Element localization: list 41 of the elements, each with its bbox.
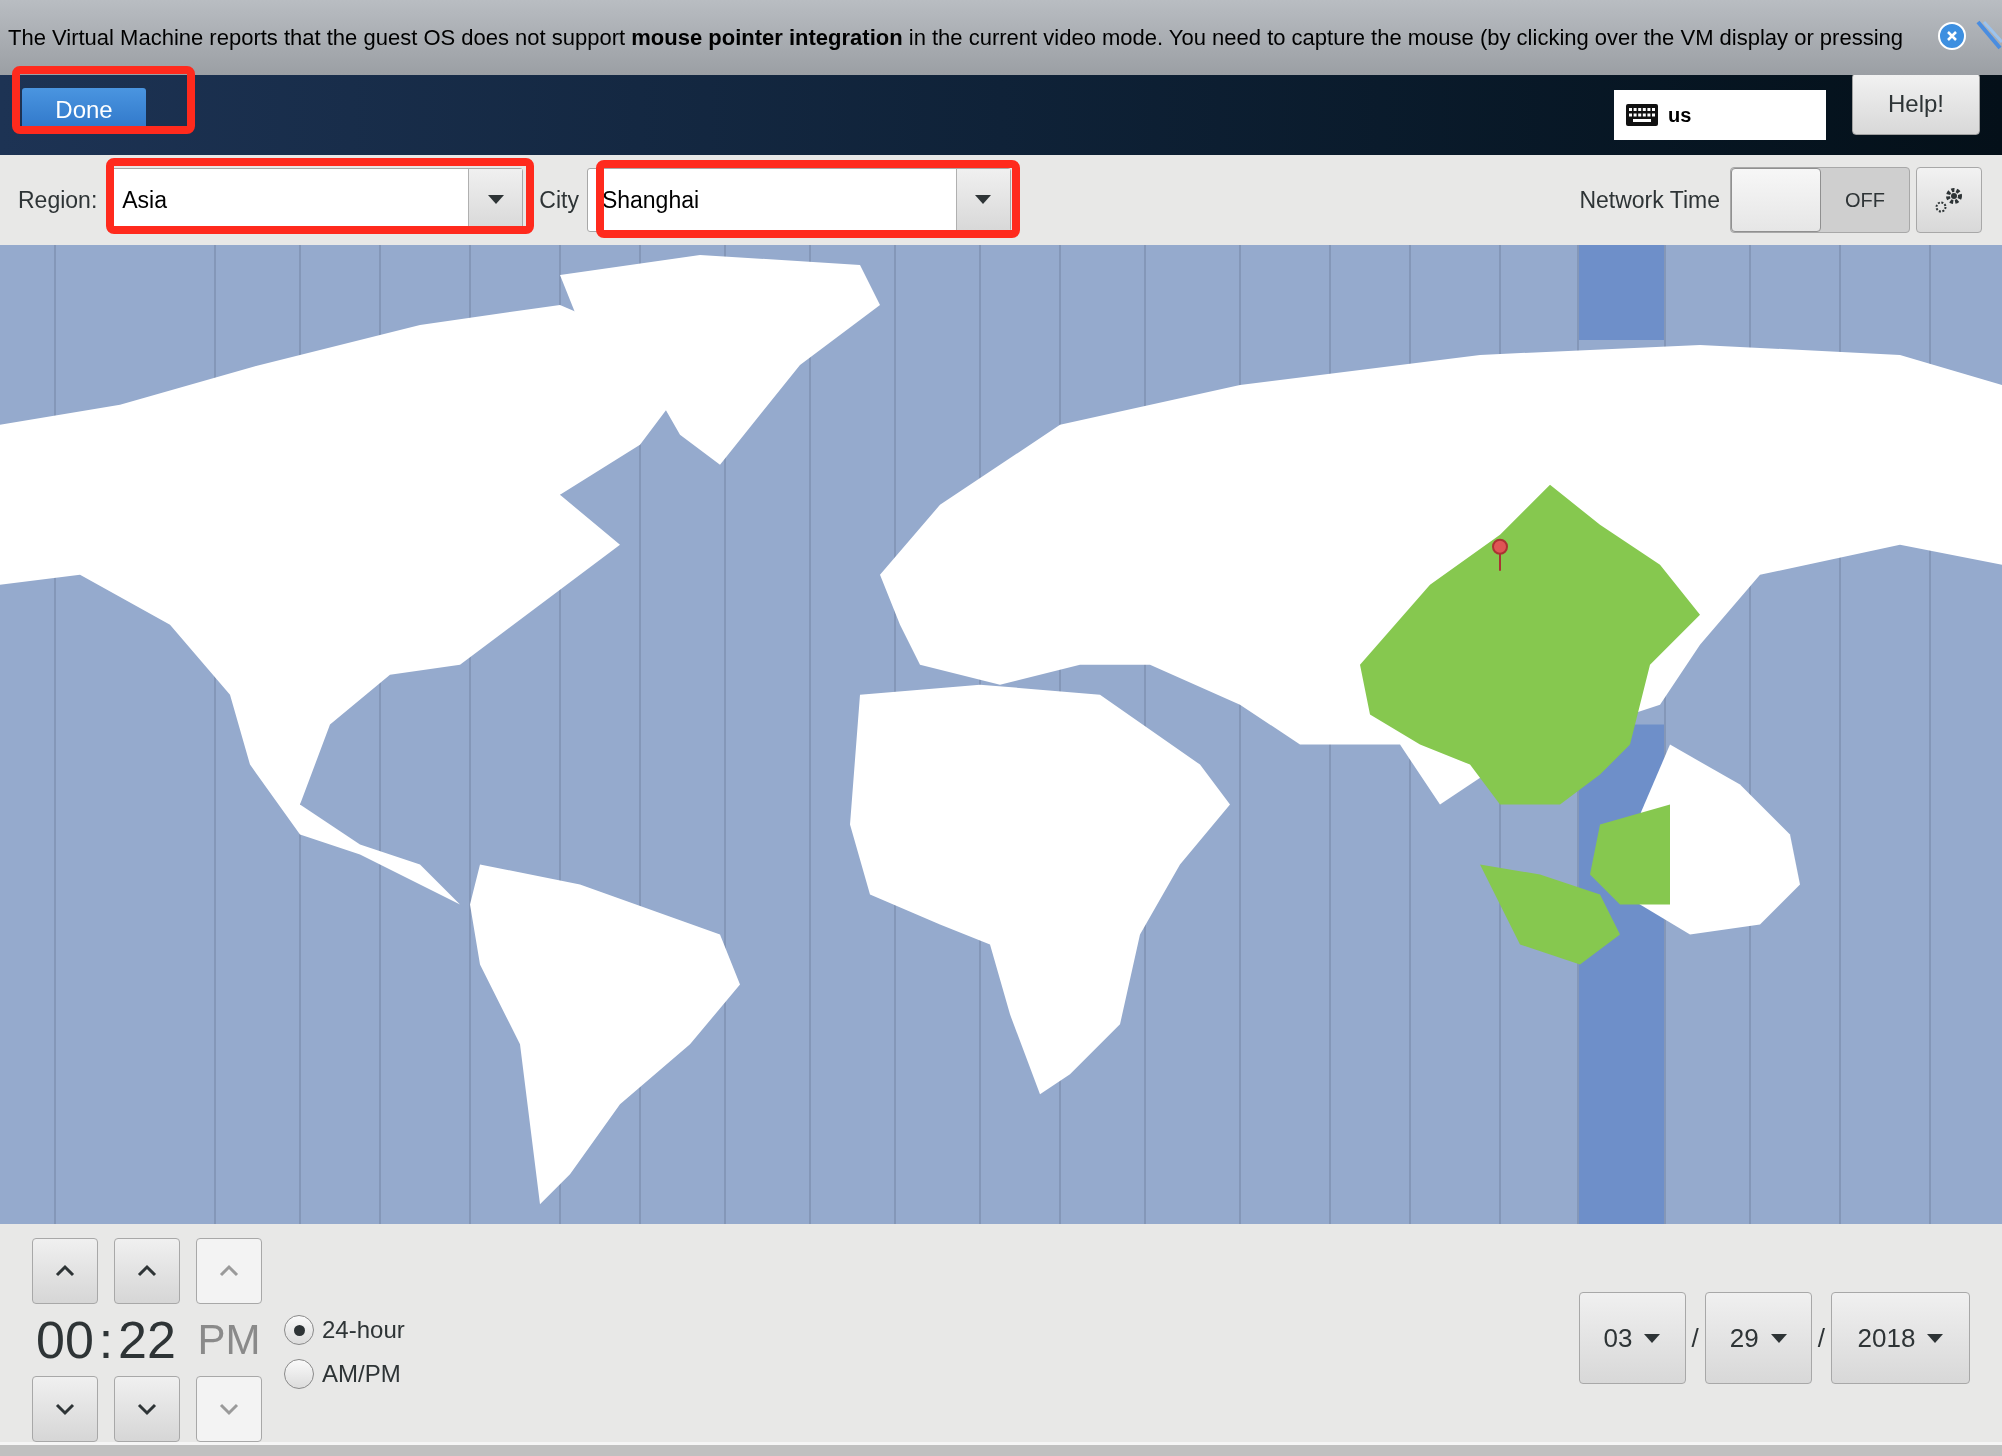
settings-button[interactable] [1916,166,1982,233]
network-time-switch[interactable]: OFF [1730,166,1910,233]
increment-button[interactable] [114,1238,180,1304]
chevron-down-icon [218,1402,240,1416]
keyboard-layout-label: us [1668,102,1692,128]
dropdown-arrow-icon [1927,1333,1944,1343]
decrement-button[interactable] [114,1376,180,1442]
ampm-value: PM [196,1319,262,1361]
date-separator: / [1817,1321,1825,1355]
dropdown-arrow-icon [975,195,992,205]
date-dropdown[interactable]: 2018 [1831,1292,1970,1384]
increment-button[interactable] [32,1238,98,1304]
dropdown-arrow-icon [487,195,504,205]
chevron-up-icon [54,1264,76,1278]
decrement-button[interactable] [32,1376,98,1442]
mouse-capture-icon[interactable] [1976,20,2002,52]
date-separator: / [1691,1321,1699,1355]
close-icon[interactable] [1938,22,1966,50]
keyboard-layout-indicator[interactable]: us [1614,89,1826,140]
keyboard-icon [1626,103,1658,126]
time-format-radio[interactable]: AM/PM [284,1356,405,1392]
city-label: City [539,185,579,215]
chevron-down-icon [136,1402,158,1416]
time-format-radio[interactable]: 24-hour [284,1312,405,1348]
chevron-up-icon [218,1264,240,1278]
dropdown-arrow-icon [1770,1333,1787,1343]
chevron-down-icon [54,1402,76,1416]
notification-text: The Virtual Machine reports that the guest OS does not support mouse pointer integration in the current video mode. You need to capture the mouse (by clicking over the VM display or pressing [8,23,1903,52]
help-button[interactable]: Help! [1852,72,1980,135]
city-dropdown[interactable]: Shanghai [586,167,1011,232]
dropdown-arrow-icon [1644,1333,1661,1343]
date-dropdown[interactable]: 03 [1578,1292,1686,1384]
timezone-map-drawing[interactable] [0,244,2002,1224]
hour-value: 00 [35,1314,95,1366]
chevron-up-icon [136,1264,158,1278]
network-time-label: Network Time [1579,185,1720,215]
map-pin-icon [1492,538,1508,572]
region-label: Region: [18,185,98,215]
date-dropdown[interactable]: 29 [1704,1292,1812,1384]
minute-value: 22 [117,1314,177,1366]
time-separator: : [98,1314,114,1366]
